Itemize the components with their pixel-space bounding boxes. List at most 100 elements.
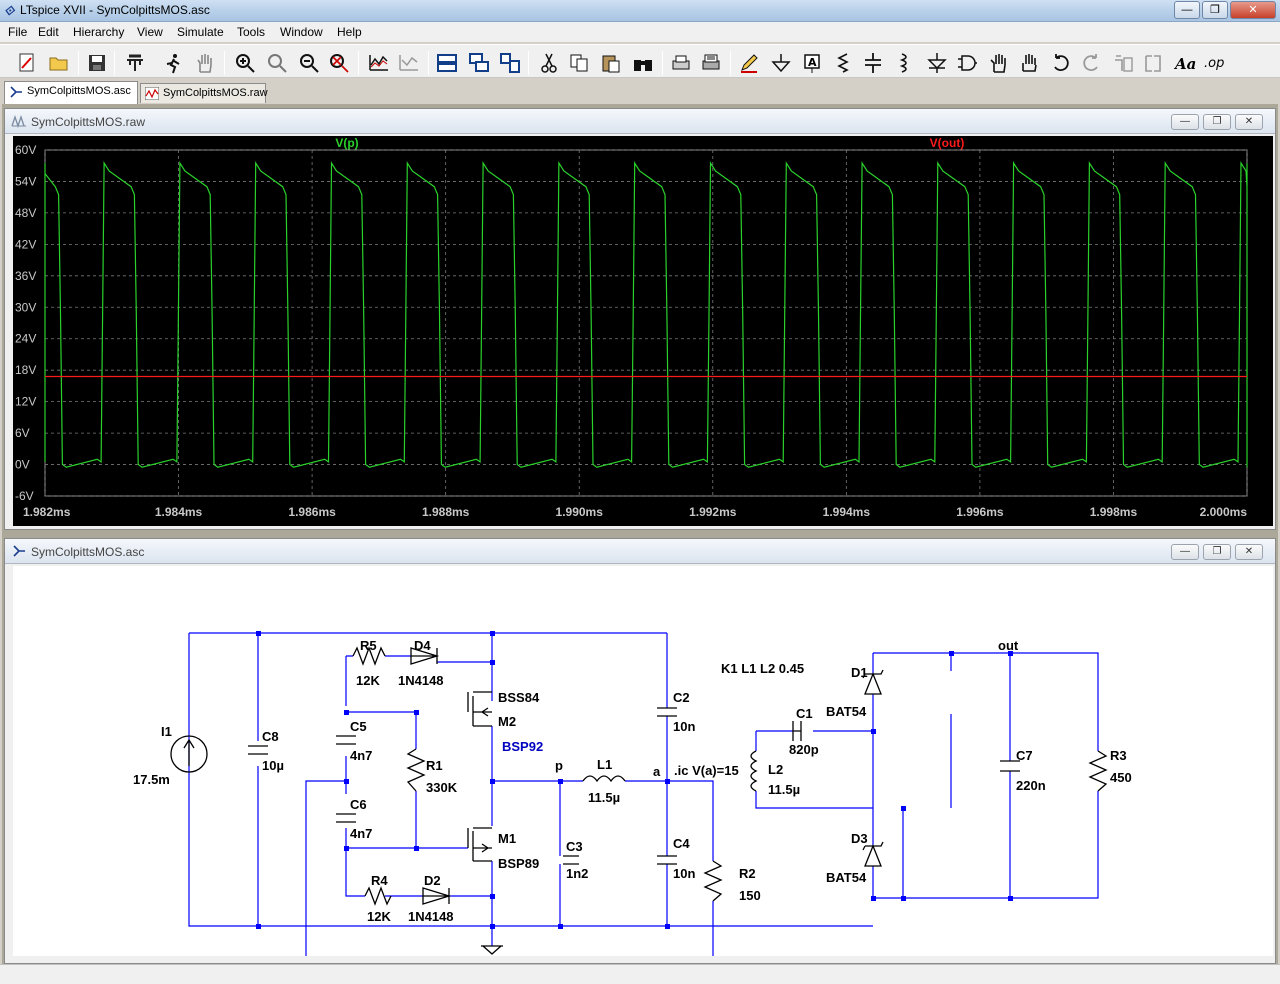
directive-coupling: K1 L1 L2 0.45 xyxy=(721,661,804,676)
value-d1: BAT54 xyxy=(826,704,867,719)
tab-label: SymColpittsMOS.asc xyxy=(27,85,131,97)
autorange-icon[interactable] xyxy=(366,50,392,76)
close-button[interactable]: ✕ xyxy=(1230,1,1276,19)
resistor-icon[interactable] xyxy=(830,50,856,76)
cut-icon[interactable] xyxy=(536,50,562,76)
value-d3: BAT54 xyxy=(826,870,867,885)
copy-icon[interactable] xyxy=(566,50,592,76)
y-tick-label: 42V xyxy=(15,237,36,251)
tab-label: SymColpittsMOS.raw xyxy=(163,87,268,99)
component-icon[interactable] xyxy=(954,50,980,76)
y-tick-label: 24V xyxy=(15,332,36,346)
tab-waveform[interactable]: SymColpittsMOS.raw xyxy=(140,83,268,103)
ref-d2: D2 xyxy=(424,873,441,888)
find-binoculars-icon[interactable] xyxy=(630,50,656,76)
open-folder-icon[interactable] xyxy=(46,50,72,76)
run-simulation-icon[interactable] xyxy=(160,50,186,76)
svg-text:.op: .op xyxy=(1204,56,1224,71)
annotate-plot-icon[interactable] xyxy=(396,50,422,76)
schematic-close-button[interactable]: ✕ xyxy=(1235,544,1263,560)
ground-symbol-icon[interactable] xyxy=(768,50,794,76)
waveform-chart[interactable]: 60V 54V 48V 42V 36V 30V 24V 18V 12V 6V 0V -6V 1.982m… xyxy=(13,136,1273,526)
rotate-icon[interactable] xyxy=(1110,50,1136,76)
maximize-button[interactable]: ❐ xyxy=(1202,1,1228,19)
menu-help[interactable]: Help xyxy=(337,25,362,39)
waveform-icon xyxy=(11,114,26,128)
menu-file[interactable]: File xyxy=(8,25,27,39)
redo-icon[interactable] xyxy=(1078,50,1104,76)
menu-simulate[interactable]: Simulate xyxy=(177,25,224,39)
ref-l2: L2 xyxy=(768,762,783,777)
schematic-restore-button[interactable]: ❐ xyxy=(1203,544,1231,560)
waveform-window-title: SymColpittsMOS.raw xyxy=(31,115,146,129)
menu-window[interactable]: Window xyxy=(280,25,323,39)
waveform-window-titlebar[interactable]: SymColpittsMOS.raw — ❐ ✕ xyxy=(5,109,1275,134)
schematic-minimize-button[interactable]: — xyxy=(1171,544,1199,560)
waveform-minimize-button[interactable]: — xyxy=(1171,114,1199,130)
paste-icon[interactable] xyxy=(598,50,624,76)
ltspice-app-icon: ⟐ xyxy=(4,3,15,18)
zoom-out-icon[interactable] xyxy=(296,50,322,76)
minimize-button[interactable]: — xyxy=(1174,1,1200,19)
resistor-r2 xyxy=(703,860,723,902)
x-tick-label: 1.994ms xyxy=(823,505,871,519)
x-tick-label: 1.986ms xyxy=(288,505,336,519)
waveform-plot[interactable]: 60V 54V 48V 42V 36V 30V 24V 18V 12V 6V 0V -6V 1.982m… xyxy=(13,136,1273,526)
y-tick-label: 6V xyxy=(15,426,30,440)
cascade-windows-icon[interactable] xyxy=(466,50,492,76)
ref-m2: M2 xyxy=(498,714,516,729)
menu-hierarchy[interactable]: Hierarchy xyxy=(73,25,124,39)
mirror-icon[interactable] xyxy=(1140,50,1166,76)
zoom-full-icon[interactable] xyxy=(326,50,352,76)
undo-icon[interactable] xyxy=(1048,50,1074,76)
waveform-close-button[interactable]: ✕ xyxy=(1235,114,1263,130)
ref-r1: R1 xyxy=(426,758,443,773)
drag-hand-icon[interactable] xyxy=(1016,50,1042,76)
value-m2: BSS84 xyxy=(498,690,540,705)
value-r3: 450 xyxy=(1110,770,1132,785)
tile-horizontal-icon[interactable] xyxy=(434,50,460,76)
net-label-icon[interactable]: A xyxy=(800,50,826,76)
plot-frame xyxy=(44,149,1248,497)
move-hand-icon[interactable] xyxy=(986,50,1012,76)
inductor-icon[interactable] xyxy=(892,50,918,76)
value-c4: 10n xyxy=(673,866,695,881)
ref-c4: C4 xyxy=(673,836,690,851)
new-schematic-icon[interactable] xyxy=(14,50,40,76)
ref-c7: C7 xyxy=(1016,748,1033,763)
schematic-canvas[interactable]: I1 17.5m C8 10µ R5 12K D4 1N4148 C5 4n7 … xyxy=(13,566,1273,956)
schematic-icon xyxy=(13,545,25,557)
schematic-window-titlebar[interactable]: SymColpittsMOS.asc — ❐ ✕ xyxy=(5,539,1275,564)
zoom-in-icon[interactable] xyxy=(232,50,258,76)
capacitor-c2 xyxy=(657,707,677,717)
waveform-restore-button[interactable]: ❐ xyxy=(1203,114,1231,130)
control-panel-icon[interactable] xyxy=(122,50,148,76)
capacitor-icon[interactable] xyxy=(860,50,886,76)
schematic-drawing[interactable]: I1 17.5m C8 10µ R5 12K D4 1N4148 C5 4n7 … xyxy=(13,566,1273,956)
y-tick-label: 12V xyxy=(15,395,36,409)
spice-directive-icon[interactable]: .op xyxy=(1202,50,1228,76)
save-icon[interactable] xyxy=(84,50,110,76)
pan-icon[interactable] xyxy=(264,50,290,76)
menu-tools[interactable]: Tools xyxy=(237,25,265,39)
diode-d2 xyxy=(422,887,452,905)
text-icon[interactable]: Aa xyxy=(1172,50,1198,76)
value-c1: 820p xyxy=(789,742,819,757)
schematic-window-title: SymColpittsMOS.asc xyxy=(31,545,145,559)
ref-r2: R2 xyxy=(739,866,756,881)
diode-icon[interactable] xyxy=(924,50,950,76)
halt-hand-icon[interactable] xyxy=(192,50,218,76)
tile-vertical-icon[interactable] xyxy=(497,50,523,76)
print-icon[interactable] xyxy=(668,50,694,76)
ref-c2: C2 xyxy=(673,690,690,705)
menu-edit[interactable]: Edit xyxy=(38,25,59,39)
tab-schematic[interactable]: SymColpittsMOS.asc xyxy=(4,81,138,104)
value-d2: 1N4148 xyxy=(408,909,454,924)
value-c5: 4n7 xyxy=(350,748,372,763)
draw-wire-pencil-icon[interactable] xyxy=(736,50,762,76)
y-tick-label: 54V xyxy=(15,174,36,188)
x-tick-label: 1.998ms xyxy=(1090,505,1138,519)
menu-view[interactable]: View xyxy=(137,25,163,39)
value-r1: 330K xyxy=(426,780,458,795)
print-setup-icon[interactable] xyxy=(698,50,724,76)
